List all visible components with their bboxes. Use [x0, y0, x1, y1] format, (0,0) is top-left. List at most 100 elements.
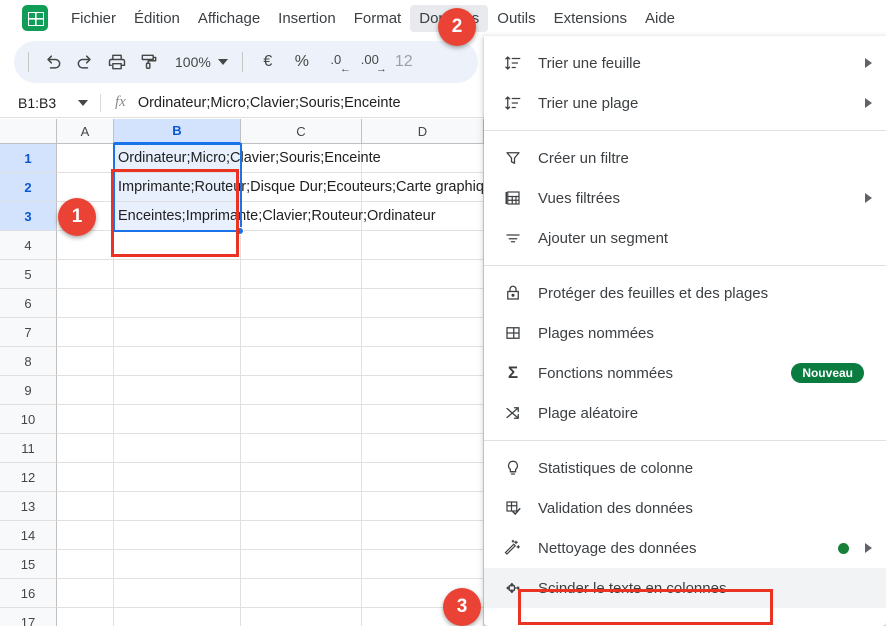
menu-item-plage-aleatoire[interactable]: Plage aléatoire: [484, 393, 886, 433]
row-header-17[interactable]: 17: [0, 608, 57, 626]
cell-a15[interactable]: [57, 550, 114, 579]
menu-item-scinder-le-texte-en-colonnes[interactable]: Scinder le texte en colonnes: [484, 568, 886, 608]
paint-format-icon[interactable]: [133, 46, 165, 78]
row-header-1[interactable]: 1: [0, 144, 57, 173]
cell-d12[interactable]: [362, 463, 484, 492]
print-icon[interactable]: [101, 46, 133, 78]
cell-c8[interactable]: [241, 347, 362, 376]
cell-b12[interactable]: [114, 463, 241, 492]
select-all-corner[interactable]: [0, 119, 57, 144]
cell-b1[interactable]: [114, 144, 241, 173]
menu-item-ajouter-un-segment[interactable]: Ajouter un segment: [484, 218, 886, 258]
decrease-decimal-button[interactable]: .0 ←: [319, 52, 353, 75]
row-header-5[interactable]: 5: [0, 260, 57, 289]
row-header-9[interactable]: 9: [0, 376, 57, 405]
row-header-6[interactable]: 6: [0, 289, 57, 318]
menu-edition[interactable]: Édition: [125, 5, 189, 32]
cell-a1[interactable]: [57, 144, 114, 173]
cell-a11[interactable]: [57, 434, 114, 463]
cell-c6[interactable]: [241, 289, 362, 318]
cell-c5[interactable]: [241, 260, 362, 289]
menu-item-statistiques-de-colonne[interactable]: Statistiques de colonne: [484, 448, 886, 488]
cell-a13[interactable]: [57, 492, 114, 521]
cell-b14[interactable]: [114, 521, 241, 550]
cell-d15[interactable]: [362, 550, 484, 579]
cell-d14[interactable]: [362, 521, 484, 550]
menu-outils[interactable]: Outils: [488, 5, 544, 32]
cell-b3[interactable]: [114, 202, 241, 231]
cell-d7[interactable]: [362, 318, 484, 347]
cell-a10[interactable]: [57, 405, 114, 434]
row-header-10[interactable]: 10: [0, 405, 57, 434]
cell-d4[interactable]: [362, 231, 484, 260]
cell-c14[interactable]: [241, 521, 362, 550]
menu-item-validation-des-donnees[interactable]: Validation des données: [484, 488, 886, 528]
cell-a9[interactable]: [57, 376, 114, 405]
cell-b15[interactable]: [114, 550, 241, 579]
cell-c15[interactable]: [241, 550, 362, 579]
cell-b6[interactable]: [114, 289, 241, 318]
row-header-15[interactable]: 15: [0, 550, 57, 579]
row-header-2[interactable]: 2: [0, 173, 57, 202]
cell-c7[interactable]: [241, 318, 362, 347]
cell-c13[interactable]: [241, 492, 362, 521]
percent-format-button[interactable]: %: [285, 53, 319, 71]
cell-d8[interactable]: [362, 347, 484, 376]
cell-b2[interactable]: [114, 173, 241, 202]
cell-c12[interactable]: [241, 463, 362, 492]
menu-insertion[interactable]: Insertion: [269, 5, 345, 32]
cell-d1[interactable]: [362, 144, 484, 173]
cell-d5[interactable]: [362, 260, 484, 289]
cell-b11[interactable]: [114, 434, 241, 463]
cell-d2[interactable]: [362, 173, 484, 202]
menu-aide[interactable]: Aide: [636, 5, 684, 32]
column-header-a[interactable]: A: [57, 119, 114, 144]
cell-c2[interactable]: [241, 173, 362, 202]
menu-item-proteger-feuilles-plages[interactable]: Protéger des feuilles et des plages: [484, 273, 886, 313]
row-header-3[interactable]: 3: [0, 202, 57, 231]
cell-c11[interactable]: [241, 434, 362, 463]
selection-fill-handle[interactable]: [236, 227, 244, 235]
column-header-c[interactable]: C: [241, 119, 362, 144]
cell-d11[interactable]: [362, 434, 484, 463]
menu-item-plages-nommees[interactable]: Plages nommées: [484, 313, 886, 353]
cell-a5[interactable]: [57, 260, 114, 289]
cell-c1[interactable]: [241, 144, 362, 173]
undo-icon[interactable]: [37, 46, 69, 78]
cell-d6[interactable]: [362, 289, 484, 318]
cell-c10[interactable]: [241, 405, 362, 434]
cell-b5[interactable]: [114, 260, 241, 289]
cell-a12[interactable]: [57, 463, 114, 492]
cell-a14[interactable]: [57, 521, 114, 550]
name-box[interactable]: B1:B3: [0, 95, 100, 111]
cell-b10[interactable]: [114, 405, 241, 434]
row-header-16[interactable]: 16: [0, 579, 57, 608]
column-header-d[interactable]: D: [362, 119, 484, 144]
cell-a6[interactable]: [57, 289, 114, 318]
cell-c4[interactable]: [241, 231, 362, 260]
menu-item-trier-une-plage[interactable]: Trier une plage: [484, 83, 886, 123]
cell-d9[interactable]: [362, 376, 484, 405]
formula-input[interactable]: Ordinateur;Micro;Clavier;Souris;Enceinte: [138, 95, 401, 111]
menu-extensions[interactable]: Extensions: [545, 5, 636, 32]
menu-format[interactable]: Format: [345, 5, 411, 32]
menu-item-vues-filtrees[interactable]: Vues filtrées: [484, 178, 886, 218]
currency-format-button[interactable]: €: [251, 53, 285, 71]
cell-b4[interactable]: [114, 231, 241, 260]
cell-a7[interactable]: [57, 318, 114, 347]
zoom-selector[interactable]: 100%: [165, 47, 234, 77]
cell-b17[interactable]: [114, 608, 241, 626]
cell-d10[interactable]: [362, 405, 484, 434]
cell-a8[interactable]: [57, 347, 114, 376]
row-header-7[interactable]: 7: [0, 318, 57, 347]
cell-c9[interactable]: [241, 376, 362, 405]
redo-icon[interactable]: [69, 46, 101, 78]
cell-b8[interactable]: [114, 347, 241, 376]
menu-fichier[interactable]: Fichier: [62, 5, 125, 32]
cell-c3[interactable]: [241, 202, 362, 231]
menu-item-fonctions-nommees[interactable]: Σ Fonctions nommées Nouveau: [484, 353, 886, 393]
cell-c16[interactable]: [241, 579, 362, 608]
column-header-b[interactable]: B: [114, 119, 241, 144]
menu-affichage[interactable]: Affichage: [189, 5, 269, 32]
cell-d13[interactable]: [362, 492, 484, 521]
